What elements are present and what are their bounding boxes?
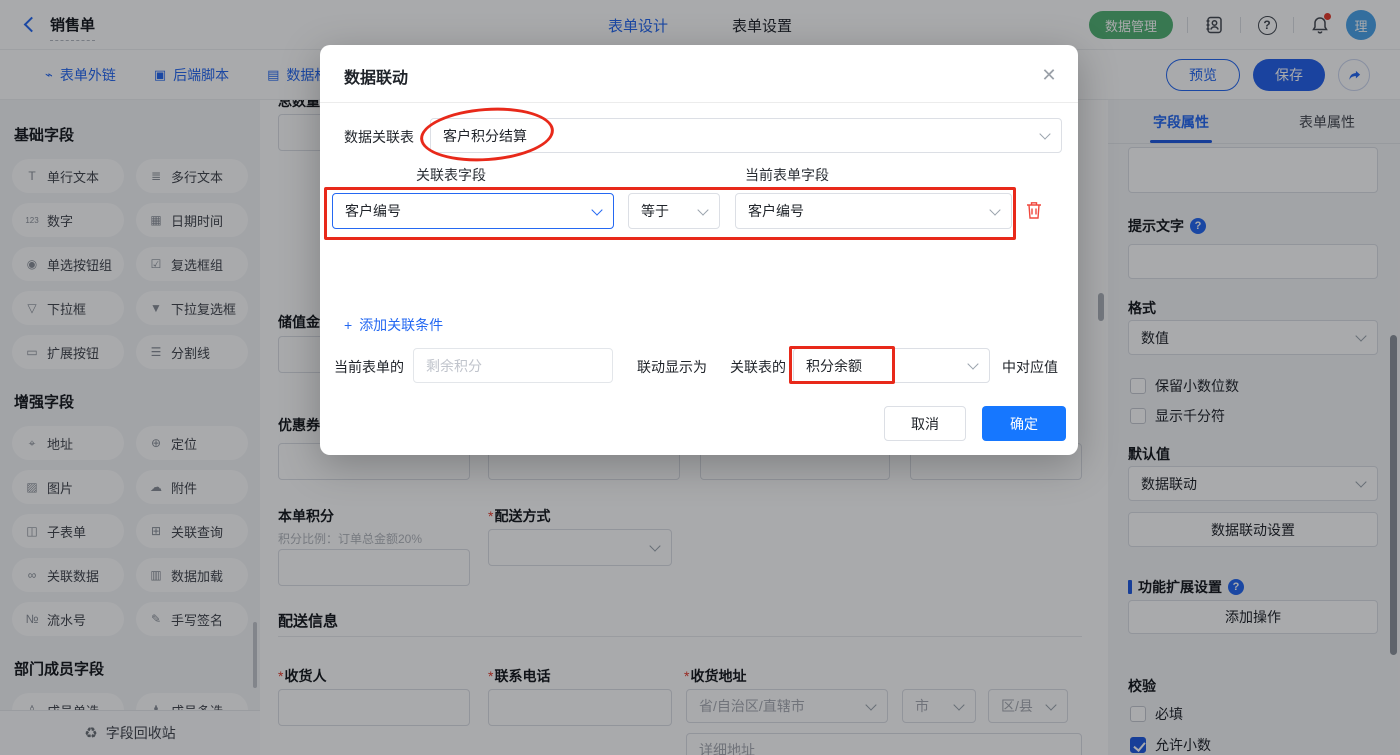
mapping-rel-label: 关联表的 (730, 359, 786, 375)
mapping-target-field: 剩余积分 (413, 348, 613, 383)
close-icon[interactable]: ✕ (1036, 62, 1062, 88)
chevron-down-icon (989, 203, 1001, 216)
plus-icon: + (344, 317, 353, 333)
data-linkage-modal: 数据联动 ✕ 数据关联表 客户积分结算 关联表字段 当前表单字段 客户编号 等于… (320, 45, 1078, 455)
delete-condition-icon[interactable] (1025, 200, 1043, 220)
modal-title: 数据联动 (344, 70, 409, 87)
cancel-button[interactable]: 取消 (884, 406, 966, 441)
mapping-middle-label: 联动显示为 (637, 359, 707, 375)
condition-form-field-select[interactable]: 客户编号 (735, 193, 1012, 229)
modal-header-divider (320, 102, 1078, 103)
column-header-linked-field: 关联表字段 (416, 167, 486, 183)
mapping-prefix-label: 当前表单的 (334, 359, 404, 375)
condition-operator-select[interactable]: 等于 (628, 193, 720, 229)
mapping-suffix-label: 中对应值 (1002, 359, 1058, 375)
mapping-source-select[interactable]: 积分余额 (793, 348, 990, 383)
condition-linked-field-select[interactable]: 客户编号 (332, 193, 614, 229)
link-table-label: 数据关联表 (344, 129, 414, 145)
chevron-down-icon (1039, 128, 1051, 140)
add-condition-link[interactable]: + 添加关联条件 (344, 315, 443, 335)
link-table-select[interactable]: 客户积分结算 (430, 118, 1062, 153)
app-window: 销售单 表单设计 表单设置 数据管理 ? 理 ⌁ 表单外链 ▣ 后端脚本 ▤ 数… (0, 0, 1400, 755)
add-condition-label: 添加关联条件 (359, 317, 444, 333)
chevron-down-icon (697, 203, 709, 216)
column-header-form-field: 当前表单字段 (745, 167, 829, 183)
confirm-button[interactable]: 确定 (982, 406, 1066, 441)
chevron-down-icon (591, 203, 603, 216)
chevron-down-icon (967, 358, 979, 370)
